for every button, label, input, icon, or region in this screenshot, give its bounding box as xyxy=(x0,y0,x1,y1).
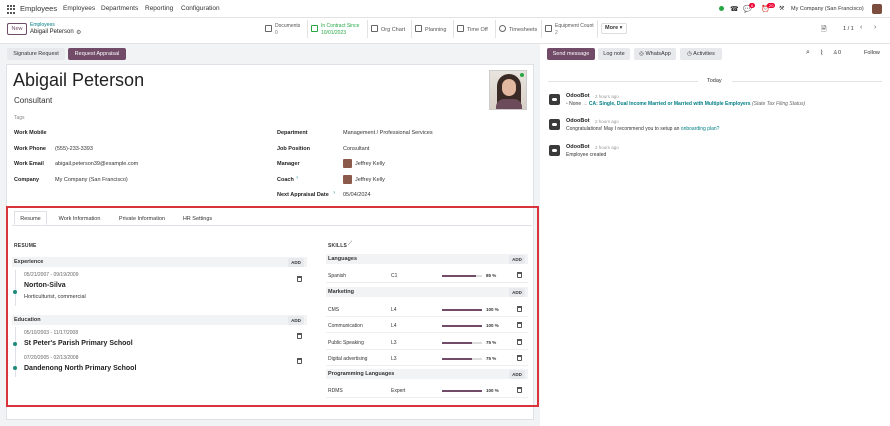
equipment-smart-button[interactable]: Equipment Count 2 xyxy=(542,20,598,38)
company-switcher[interactable]: My Company (San Francisco) xyxy=(791,6,864,12)
activities-button[interactable]: ◷ Activities xyxy=(680,48,722,60)
org-chart-smart-button[interactable]: Org Chart xyxy=(368,20,412,38)
more-button[interactable]: More ▾ xyxy=(601,23,627,34)
tags-field[interactable]: Tags xyxy=(14,115,25,121)
onboarding-link[interactable]: onboarding plan? xyxy=(681,126,720,132)
status-dot-icon xyxy=(719,6,724,11)
user-avatar[interactable] xyxy=(872,4,882,14)
app-title[interactable]: Employees xyxy=(20,4,57,13)
calendar-times-icon xyxy=(457,25,464,32)
chat-count-badge: 6 xyxy=(749,3,756,8)
planning-smart-button[interactable]: Planning xyxy=(412,20,454,38)
message-time: 2 hours ago xyxy=(595,145,619,150)
new-button[interactable]: New xyxy=(7,23,27,35)
message-author: OdooBot xyxy=(566,93,590,99)
help-icon[interactable]: ? xyxy=(333,190,335,195)
menu-employees[interactable]: Employees xyxy=(63,5,95,12)
odoobot-avatar xyxy=(549,94,560,105)
manager-field[interactable]: Jeffrey Kelly xyxy=(355,161,385,167)
breadcrumb-parent[interactable]: Employees xyxy=(30,22,55,28)
laptop-icon xyxy=(545,25,552,32)
work-email-label: Work Email xyxy=(14,161,44,167)
log-note-button[interactable]: Log note xyxy=(598,48,630,60)
follow-button[interactable]: Follow xyxy=(864,50,880,56)
phone-icon[interactable]: ☎ xyxy=(730,5,739,13)
company-field[interactable]: My Company (San Francisco) xyxy=(55,177,128,183)
manager-label: Manager xyxy=(277,161,300,167)
next-icon[interactable]: › xyxy=(874,24,876,31)
message-time: 2 hours ago xyxy=(595,94,619,99)
file-icon xyxy=(265,25,272,32)
paperclip-icon[interactable]: ⌇ xyxy=(820,49,823,57)
signature-request-button[interactable]: Signature Request xyxy=(7,48,65,60)
request-appraisal-button[interactable]: Request Appraisal xyxy=(68,48,126,60)
calendar-icon xyxy=(415,25,422,32)
odoobot-avatar xyxy=(549,119,560,130)
sitemap-icon xyxy=(371,25,378,32)
coach-field[interactable]: Jeffrey Kelly xyxy=(355,177,385,183)
job-position-label: Job Position xyxy=(277,146,310,152)
app-menu-icon[interactable] xyxy=(7,5,16,14)
contract-smart-button[interactable]: In Contract Since 10/01/2023 xyxy=(308,20,368,38)
coach-label: Coach xyxy=(277,177,294,183)
help-icon[interactable]: ? xyxy=(296,175,298,180)
divider xyxy=(732,81,882,82)
search-icon[interactable]: ⌕ xyxy=(806,49,810,57)
documents-smart-button[interactable]: Documents 0 xyxy=(262,20,308,38)
date-separator: Today xyxy=(707,78,722,84)
next-appraisal-label: Next Appraisal Date xyxy=(277,192,329,198)
timesheets-smart-button[interactable]: Timesheets xyxy=(496,20,542,38)
employee-photo[interactable] xyxy=(489,70,527,110)
send-message-button[interactable]: Send message xyxy=(547,48,595,60)
menu-departments[interactable]: Departments xyxy=(101,5,138,12)
menu-reporting[interactable]: Reporting xyxy=(145,5,173,12)
menu-configuration[interactable]: Configuration xyxy=(181,5,220,12)
company-label: Company xyxy=(14,177,40,183)
work-phone-field[interactable]: (555)-233-3393 xyxy=(55,146,93,152)
top-navbar: Employees Employees Departments Reportin… xyxy=(0,0,890,18)
gear-icon[interactable]: ⚙ xyxy=(76,29,81,36)
activity-count-badge: 20 xyxy=(767,3,776,8)
time-off-smart-button[interactable]: Time Off xyxy=(454,20,496,38)
pager[interactable]: 1 / 1 xyxy=(843,26,854,32)
employee-name[interactable]: Abigail Peterson xyxy=(13,70,144,91)
whatsapp-button[interactable]: ◎ WhatsApp xyxy=(634,48,676,60)
job-title[interactable]: Consultant xyxy=(14,96,52,105)
message-body: • None → CA: Single, Dual Income Married… xyxy=(566,101,806,107)
followers-count[interactable]: ♙0 xyxy=(833,50,841,56)
message-body: Employee created xyxy=(566,152,607,158)
clock-icon xyxy=(499,25,506,32)
contract-icon xyxy=(311,25,318,32)
prev-icon[interactable]: ‹ xyxy=(860,24,862,31)
highlight-box xyxy=(6,206,539,407)
manager-avatar xyxy=(343,159,352,168)
coach-avatar xyxy=(343,175,352,184)
odoobot-avatar xyxy=(549,145,560,156)
department-field[interactable]: Management / Professional Services xyxy=(343,130,433,136)
work-mobile-label: Work Mobile xyxy=(14,130,47,136)
breadcrumb-current: Abigail Peterson xyxy=(30,29,74,35)
message-author: OdooBot xyxy=(566,144,590,150)
attachment-icon[interactable]: 🗎 xyxy=(821,25,827,36)
work-phone-label: Work Phone xyxy=(14,146,46,152)
department-label: Department xyxy=(277,130,308,136)
divider xyxy=(548,81,698,82)
message-body: Congratulations! May I recommend you to … xyxy=(566,126,720,132)
job-position-field[interactable]: Consultant xyxy=(343,146,369,152)
work-email-field[interactable]: abigail.peterson39@example.com xyxy=(55,161,138,167)
message-author: OdooBot xyxy=(566,118,590,124)
next-appraisal-field[interactable]: 05/04/2024 xyxy=(343,192,371,198)
wrench-icon[interactable]: ⚒ xyxy=(779,5,784,12)
message-time: 2 hours ago xyxy=(595,119,619,124)
